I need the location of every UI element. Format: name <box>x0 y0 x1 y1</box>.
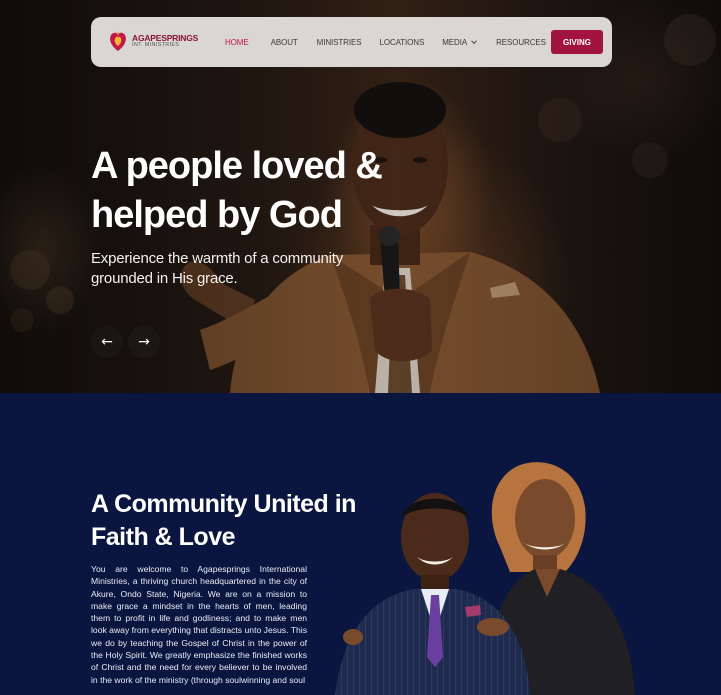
about-section: A Community United in Faith & Love You a… <box>0 393 721 695</box>
top-navbar: AGAPESPRINGS INT. MINISTRIES HOME ABOUT … <box>91 17 612 67</box>
arrow-right-icon: → <box>138 334 150 350</box>
nav-link-locations[interactable]: LOCATIONS <box>379 38 424 47</box>
pastors-couple-photo <box>335 462 635 695</box>
nav-link-ministries[interactable]: MINISTRIES <box>317 38 362 47</box>
hero-section: AGAPESPRINGS INT. MINISTRIES HOME ABOUT … <box>0 0 721 393</box>
slider-next-button[interactable]: → <box>128 326 160 358</box>
chevron-down-icon <box>471 40 477 45</box>
nav-link-home[interactable]: HOME <box>225 38 249 47</box>
giving-button[interactable]: GIVING <box>551 30 603 54</box>
nav-link-media-label: MEDIA <box>442 37 468 47</box>
hero-title: A people loved & helped by God <box>91 145 383 236</box>
logo-subtitle: INT. MINISTRIES <box>132 42 180 48</box>
about-body: You are welcome to Agapesprings Internat… <box>91 564 307 685</box>
about-title: A Community United in Faith & Love <box>91 490 356 551</box>
nav-link-about[interactable]: ABOUT <box>271 38 298 47</box>
flame-heart-logo-icon <box>110 31 126 51</box>
logo-name: AGAPESPRINGS <box>132 32 199 43</box>
arrow-left-icon: ← <box>101 334 113 350</box>
nav-link-resources[interactable]: RESOURCES <box>496 38 546 47</box>
nav-links: HOME ABOUT MINISTRIES LOCATIONS MEDIA RE… <box>225 17 546 67</box>
slider-prev-button[interactable]: ← <box>91 326 123 358</box>
hero-subtitle: Experience the warmth of a community gro… <box>91 250 344 287</box>
nav-link-media[interactable]: MEDIA <box>442 38 478 47</box>
site-logo[interactable]: AGAPESPRINGS INT. MINISTRIES <box>108 29 198 53</box>
